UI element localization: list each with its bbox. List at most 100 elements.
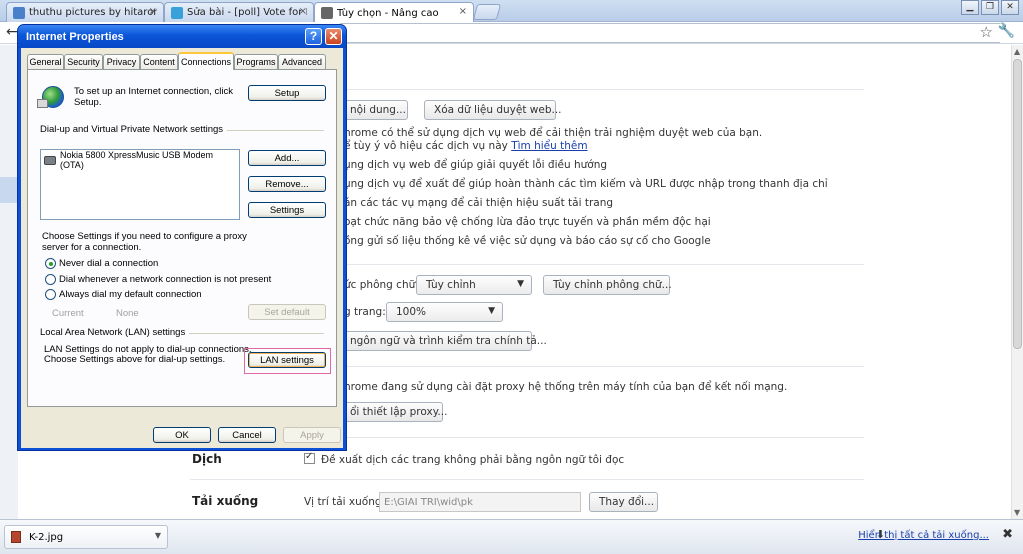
tab-privacy[interactable]: Privacy (103, 54, 140, 69)
tab-close-icon[interactable]: × (459, 6, 467, 17)
close-window-button[interactable]: ✕ (1001, 0, 1019, 15)
cancel-button[interactable]: Cancel (218, 427, 276, 443)
page-scrollbar[interactable]: ▲ ▼ (1011, 45, 1023, 519)
dropdown-arrow-icon: ▼ (517, 279, 524, 289)
scroll-down-arrow-icon[interactable]: ▼ (1014, 508, 1020, 517)
back-arrow-icon[interactable]: ← (6, 24, 18, 40)
tab-title: thuthu pictures by hitaromiyar (29, 7, 157, 18)
apply-button[interactable]: Apply (283, 427, 341, 443)
tab-programs[interactable]: Programs (234, 54, 278, 69)
address-bar[interactable] (340, 23, 1000, 43)
download-file-name: K-2.jpg (29, 531, 64, 543)
picture-favicon-icon (13, 6, 25, 19)
scroll-up-arrow-icon[interactable]: ▲ (1014, 47, 1020, 56)
clear-browsing-data-button[interactable]: Xóa dữ liệu duyệt web... (424, 100, 562, 120)
browser-tab-2[interactable]: Sửa bài - [poll] Vote for Kim Hy × (164, 2, 314, 22)
page-zoom-label: g trang: (344, 306, 386, 318)
tab-security[interactable]: Security (64, 54, 103, 69)
privacy-intro-text-2: ể tùy ý vô hiệu các dịch vụ này Tìm hiểu… (344, 140, 588, 152)
dialup-connections-list[interactable]: Nokia 5800 XpressMusic USB Modem (OTA) (40, 149, 240, 220)
internet-properties-dialog: Internet Properties ? ✕ General Security… (17, 24, 347, 451)
translate-option[interactable]: Đề xuất dịch các trang không phải bằng n… (304, 451, 625, 466)
tab-advanced[interactable]: Advanced (278, 54, 326, 69)
wrench-menu-icon[interactable]: 🔧 (998, 23, 1015, 39)
connection-name: Nokia 5800 XpressMusic USB Modem (OTA) (59, 150, 214, 170)
privacy-option-3: án các tác vụ mạng để cải thiện hiệu suấ… (344, 197, 614, 209)
download-item[interactable]: K-2.jpg ▼ (4, 525, 168, 549)
dialog-close-button[interactable]: ✕ (325, 28, 342, 45)
change-proxy-button[interactable]: ổi thiết lập proxy... (340, 402, 447, 422)
font-size-value: Tùy chỉnh (426, 279, 476, 291)
browser-tab-1[interactable]: thuthu pictures by hitaromiyar × (6, 2, 164, 22)
download-shelf: K-2.jpg ▼ ⬇ Hiển thị tất cả tải xuống...… (0, 519, 1023, 554)
choose-settings-text-2: server for a connection. (42, 242, 142, 253)
settings-nav-selected[interactable] (0, 177, 18, 203)
radio-button[interactable] (45, 258, 56, 269)
tab-title: Tùy chọn - Nâng cao (337, 7, 439, 19)
help-button[interactable]: ? (305, 28, 322, 45)
download-menu-caret-icon[interactable]: ▼ (155, 531, 161, 540)
current-value: None (116, 308, 139, 319)
font-size-select[interactable]: Tùy chỉnh ▼ (416, 275, 532, 295)
wrench-favicon-icon (321, 7, 333, 19)
privacy-option-1: ụng dịch vụ web để giúp giải quyết lỗi đ… (344, 159, 608, 171)
maximize-button[interactable]: ❐ (981, 0, 999, 15)
dialog-titlebar[interactable]: Internet Properties ? ✕ (18, 25, 346, 48)
translate-option-label: Đề xuất dịch các trang không phải bằng n… (321, 454, 625, 466)
language-settings-button[interactable]: ngôn ngữ và trình kiểm tra chính tả... (340, 331, 547, 351)
customize-fonts-button[interactable]: Tùy chỉnh phông chữ... (543, 275, 672, 295)
privacy-option-2: ụng dịch vụ để xuất để giúp hoàn thành c… (344, 178, 828, 190)
radio-dial-when-needed[interactable]: Dial whenever a network connection is no… (45, 274, 271, 285)
minimize-button[interactable]: ▁ (961, 0, 979, 15)
forum-favicon-icon (171, 6, 183, 19)
privacy-intro-text: hrome có thể sử dụng dịch vụ web để cải … (344, 127, 763, 139)
setup-button[interactable]: Setup (248, 85, 326, 101)
window-controls: ▁ ❐ ✕ (961, 0, 1019, 15)
page-zoom-select[interactable]: 100% ▼ (386, 302, 503, 322)
change-download-location-button[interactable]: Thay đổi... (589, 492, 658, 512)
content-settings-button[interactable]: nội dung... (340, 100, 408, 120)
dialog-title: Internet Properties (26, 30, 124, 43)
dropdown-arrow-icon: ▼ (488, 306, 495, 316)
add-connection-button[interactable]: Add... (248, 150, 326, 166)
close-shelf-icon[interactable]: ✖ (1002, 527, 1013, 542)
dialog-body: General Security Privacy Content Connect… (21, 48, 343, 448)
proxy-description: hrome đang sử dụng cài đặt proxy hệ thốn… (344, 381, 788, 393)
translate-checkbox[interactable] (304, 451, 315, 464)
scroll-thumb[interactable] (1013, 59, 1022, 349)
learn-more-link[interactable]: Tìm hiểu thêm (511, 140, 587, 152)
ok-button[interactable]: OK (153, 427, 211, 443)
tab-close-icon[interactable]: × (149, 6, 157, 17)
set-default-button[interactable]: Set default (248, 304, 326, 320)
lan-text-2: Choose Settings above for dial-up settin… (44, 354, 226, 365)
radio-button[interactable] (45, 289, 56, 300)
radio-label: Dial whenever a network connection is no… (59, 274, 272, 285)
radio-never-dial[interactable]: Never dial a connection (45, 258, 158, 269)
radio-button[interactable] (45, 274, 56, 285)
setup-text-2: Setup. (74, 97, 102, 108)
connection-settings-button[interactable]: Settings (248, 202, 326, 218)
internet-globe-icon (37, 86, 64, 108)
list-item[interactable]: Nokia 5800 XpressMusic USB Modem (OTA) (41, 150, 239, 170)
font-size-label: ức phông chữ: (344, 279, 419, 291)
tab-close-icon[interactable]: × (299, 6, 307, 17)
tab-connections[interactable]: Connections (178, 52, 234, 70)
translate-section-title: Dịch (192, 452, 222, 466)
new-tab-button[interactable] (472, 4, 502, 20)
radio-label: Never dial a connection (59, 258, 159, 269)
separator (190, 479, 864, 480)
show-all-downloads-link[interactable]: Hiển thị tất cả tải xuống... (858, 530, 989, 541)
lan-settings-button[interactable]: LAN settings (248, 352, 326, 368)
download-location-label: Vị trí tải xuống: (304, 496, 386, 508)
remove-connection-button[interactable]: Remove... (248, 176, 326, 192)
radio-label: Always dial my default connection (59, 289, 202, 300)
radio-always-dial[interactable]: Always dial my default connection (45, 289, 202, 300)
settings-nav-panel (0, 45, 18, 519)
tab-content[interactable]: Content (140, 54, 178, 69)
dialup-group-label: Dial-up and Virtual Private Network sett… (40, 124, 228, 135)
lan-group-label: Local Area Network (LAN) settings (40, 327, 190, 338)
browser-tab-3-active[interactable]: Tùy chọn - Nâng cao × (314, 2, 474, 23)
browser-tabstrip: thuthu pictures by hitaromiyar × Sửa bài… (0, 0, 1023, 23)
tab-general[interactable]: General (27, 54, 64, 69)
bookmark-star-icon[interactable]: ☆ (980, 23, 993, 41)
